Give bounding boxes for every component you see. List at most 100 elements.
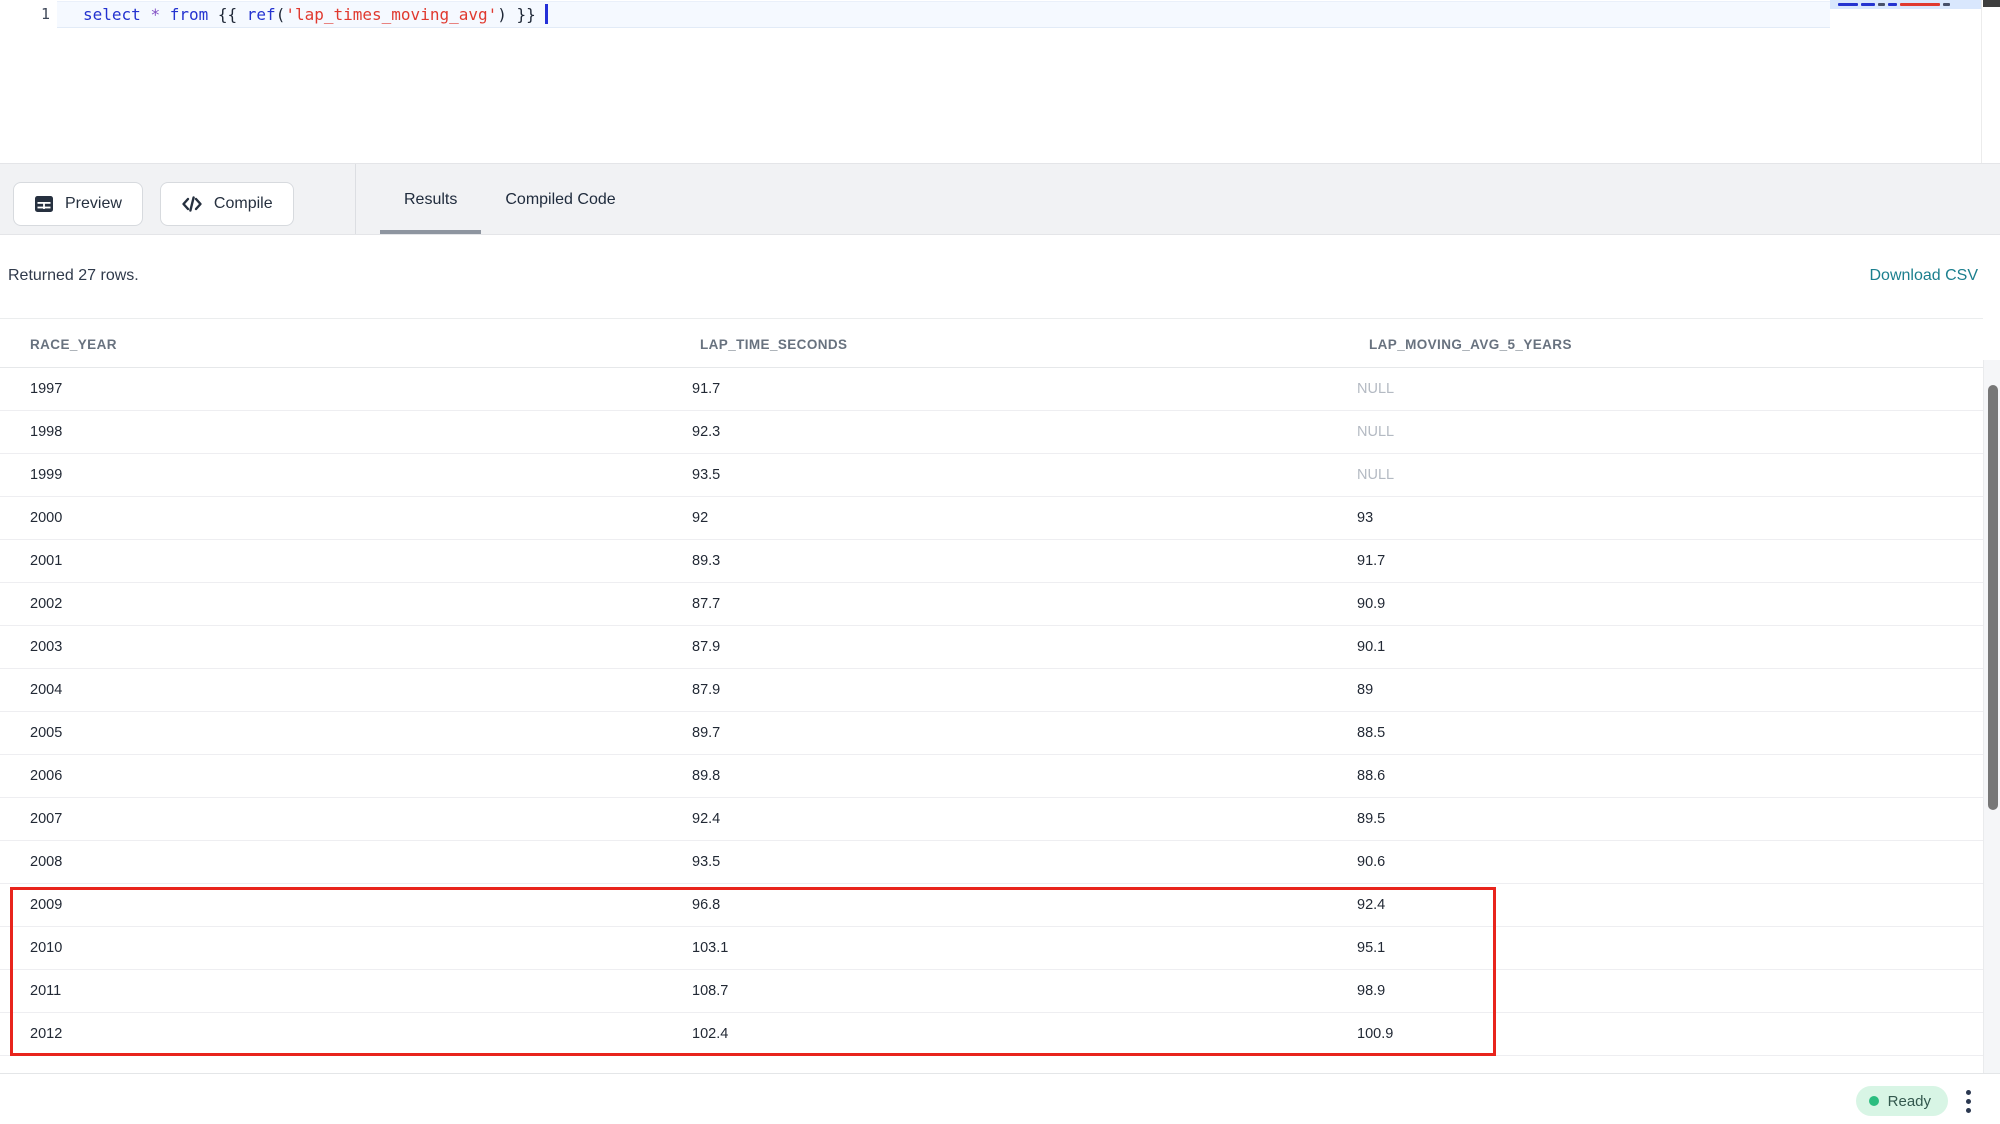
table-cell: 90.6	[1357, 841, 1385, 883]
table-cell: 102.4	[692, 1013, 728, 1055]
table-cell: 103.1	[692, 927, 728, 969]
table-cell: 2006	[30, 755, 62, 797]
column-header-lap-time-seconds: LAP_TIME_SECONDS	[700, 319, 847, 369]
toolbar-divider	[355, 164, 356, 234]
table-cell: 88.6	[1357, 755, 1385, 797]
kebab-dot-icon	[1966, 1108, 1971, 1113]
table-cell: 89.3	[692, 540, 720, 582]
results-toolbar: Preview Compile ResultsCompiled Code	[0, 163, 2000, 235]
table-cell: 91.7	[692, 368, 720, 410]
table-cell: 92.4	[692, 798, 720, 840]
table-cell: NULL	[1357, 368, 1394, 410]
tab-compiled-code[interactable]: Compiled Code	[481, 164, 639, 235]
row-count-text: Returned 27 rows.	[8, 267, 139, 285]
preview-button-label: Preview	[65, 195, 122, 213]
editor-scrollbar-track	[1981, 0, 1982, 163]
table-row: 1997 91.7 NULL	[0, 368, 1983, 411]
code-line[interactable]: select * from {{ ref('lap_times_moving_a…	[83, 4, 548, 25]
table-cell: 93	[1357, 497, 1373, 539]
table-cell: 2003	[30, 626, 62, 668]
table-cell: 2010	[30, 927, 62, 969]
minimap-mark	[1878, 3, 1885, 6]
table-cell: 95.1	[1357, 927, 1385, 969]
kebab-menu-button[interactable]	[1958, 1086, 1978, 1116]
table-cell: 1999	[30, 454, 62, 496]
table-cell: 93.5	[692, 841, 720, 883]
compile-button[interactable]: Compile	[160, 182, 294, 226]
editor-minimap[interactable]	[1830, 0, 1981, 163]
table-row: 2006 89.8 88.6	[0, 755, 1983, 798]
code-token-punct: )	[497, 5, 507, 24]
results-meta-bar: Returned 27 rows. Download CSV	[0, 235, 2000, 318]
results-scrollbar-thumb[interactable]	[1988, 385, 1998, 810]
code-token-punct: }}	[507, 5, 536, 24]
table-row: 2011108.798.9	[0, 970, 1983, 1013]
code-token-operator: *	[150, 5, 160, 24]
minimap-mark	[1943, 3, 1950, 6]
text-cursor	[545, 4, 548, 24]
ready-status-badge[interactable]: Ready	[1856, 1086, 1948, 1116]
table-cell: 93.5	[692, 454, 720, 496]
table-row: 2008 93.5 90.6	[0, 841, 1983, 884]
sql-editor[interactable]: 1 select * from {{ ref('lap_times_moving…	[0, 0, 2000, 163]
minimap-mark	[1838, 3, 1858, 6]
table-cell: 2000	[30, 497, 62, 539]
column-header-lap-moving-avg-5-years: LAP_MOVING_AVG_5_YEARS	[1369, 319, 1572, 369]
table-row: 2012 102.4 100.9	[0, 1013, 1983, 1056]
table-row: 2010 103.1 95.1	[0, 927, 1983, 970]
ready-status-label: Ready	[1888, 1093, 1931, 1110]
preview-button[interactable]: Preview	[13, 182, 143, 226]
table-cell: 89.5	[1357, 798, 1385, 840]
kebab-dot-icon	[1966, 1099, 1971, 1104]
table-cell: 87.7	[692, 583, 720, 625]
code-token-punct: (	[276, 5, 286, 24]
download-csv-link[interactable]: Download CSV	[1870, 267, 1979, 285]
table-cell: NULL	[1357, 454, 1394, 496]
table-cell: 100.9	[1357, 1013, 1393, 1055]
table-row: 200387.990.1	[0, 626, 1983, 669]
table-cell: 1998	[30, 411, 62, 453]
table-row: 199892.3NULL	[0, 411, 1983, 454]
code-icon	[181, 194, 203, 214]
minimap-mark	[1888, 3, 1897, 6]
table-cell: 92	[692, 497, 708, 539]
table-cell: 92.3	[692, 411, 720, 453]
code-token-punct	[160, 5, 170, 24]
results-tabs: ResultsCompiled Code	[380, 164, 640, 235]
code-token-punct	[141, 5, 151, 24]
table-row: 200589.788.5	[0, 712, 1983, 755]
table-cell: 88.5	[1357, 712, 1385, 754]
table-cell: 87.9	[692, 669, 720, 711]
table-cell: 2008	[30, 841, 62, 883]
compile-button-label: Compile	[214, 195, 273, 213]
minimap-mark	[1900, 3, 1940, 6]
table-row: 2000 92 93	[0, 497, 1983, 540]
line-number: 1	[28, 5, 50, 23]
table-cell: 89.7	[692, 712, 720, 754]
table-cell: 1997	[30, 368, 62, 410]
table-icon	[34, 194, 54, 214]
column-header-race-year: RACE_YEAR	[30, 319, 117, 369]
table-row: 1999 93.5 NULL	[0, 454, 1983, 497]
editor-scrollbar-thumb[interactable]	[1983, 0, 2000, 7]
ide-window: 1 select * from {{ ref('lap_times_moving…	[0, 0, 2000, 1124]
table-cell: 2002	[30, 583, 62, 625]
toolbar-button-group: Preview Compile	[13, 182, 294, 226]
tab-results[interactable]: Results	[380, 164, 481, 235]
kebab-dot-icon	[1966, 1090, 1971, 1095]
table-row: 2002 87.7 90.9	[0, 583, 1983, 626]
table-cell: 92.4	[1357, 884, 1385, 926]
table-cell: 2011	[30, 970, 61, 1012]
table-cell: 87.9	[692, 626, 720, 668]
minimap-mark	[1861, 3, 1875, 6]
table-cell: 2012	[30, 1013, 62, 1055]
table-row: 200792.489.5	[0, 798, 1983, 841]
table-cell: 90.9	[1357, 583, 1385, 625]
table-cell: 2001	[30, 540, 62, 582]
table-cell: 89.8	[692, 755, 720, 797]
table-cell: 96.8	[692, 884, 720, 926]
code-token-string: 'lap_times_moving_avg'	[285, 5, 497, 24]
table-cell: 108.7	[692, 970, 728, 1012]
code-token-keyword: select	[83, 5, 141, 24]
table-row: 200189.391.7	[0, 540, 1983, 583]
